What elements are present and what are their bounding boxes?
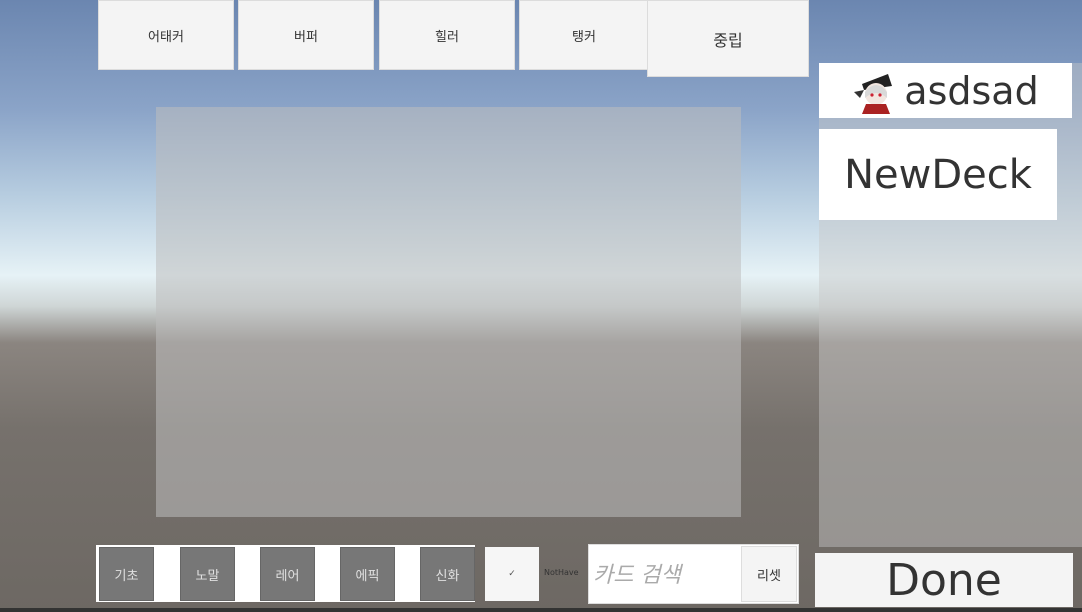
rarity-label: 신화	[435, 568, 460, 584]
reset-label: 리셋	[757, 568, 781, 584]
tab-label: 버퍼	[294, 29, 318, 45]
tab-neutral[interactable]: 중립	[647, 0, 809, 77]
bottom-edge	[0, 608, 1082, 612]
not-have-checkbox[interactable]: ✓	[485, 547, 539, 601]
rarity-label: 에픽	[355, 568, 380, 584]
done-label: Done	[886, 554, 1002, 606]
deck-name: asdsad	[904, 68, 1039, 113]
rarity-filter-rare[interactable]: 레어	[260, 547, 315, 601]
check-icon: ✓	[508, 569, 516, 579]
deck-name-header[interactable]: asdsad	[819, 63, 1072, 118]
rarity-filter-epic[interactable]: 에픽	[340, 547, 395, 601]
tab-label: 힐러	[435, 29, 459, 45]
rarity-filter-normal[interactable]: 노말	[180, 547, 235, 601]
rarity-label: 레어	[275, 568, 300, 584]
tab-attacker[interactable]: 어태커	[98, 0, 234, 70]
rarity-filter-basic[interactable]: 기초	[99, 547, 154, 601]
card-search-input[interactable]	[591, 555, 740, 595]
tab-label: 중립	[713, 30, 743, 50]
new-deck-button[interactable]: NewDeck	[819, 129, 1057, 220]
reset-button[interactable]: 리셋	[741, 546, 797, 602]
tab-healer[interactable]: 힐러	[379, 0, 515, 70]
tab-tanker[interactable]: 탱커	[519, 0, 649, 70]
tab-buffer[interactable]: 버퍼	[238, 0, 374, 70]
card-list-panel[interactable]	[156, 107, 741, 517]
tab-label: 어태커	[148, 29, 184, 45]
new-deck-label: NewDeck	[844, 151, 1032, 198]
not-have-label: NotHave	[544, 568, 579, 577]
character-portrait-icon	[854, 73, 893, 114]
tab-label: 탱커	[572, 29, 596, 45]
done-button[interactable]: Done	[815, 553, 1073, 607]
rarity-label: 노말	[195, 568, 220, 584]
rarity-label: 기초	[114, 568, 139, 584]
rarity-filter-mythic[interactable]: 신화	[420, 547, 475, 601]
